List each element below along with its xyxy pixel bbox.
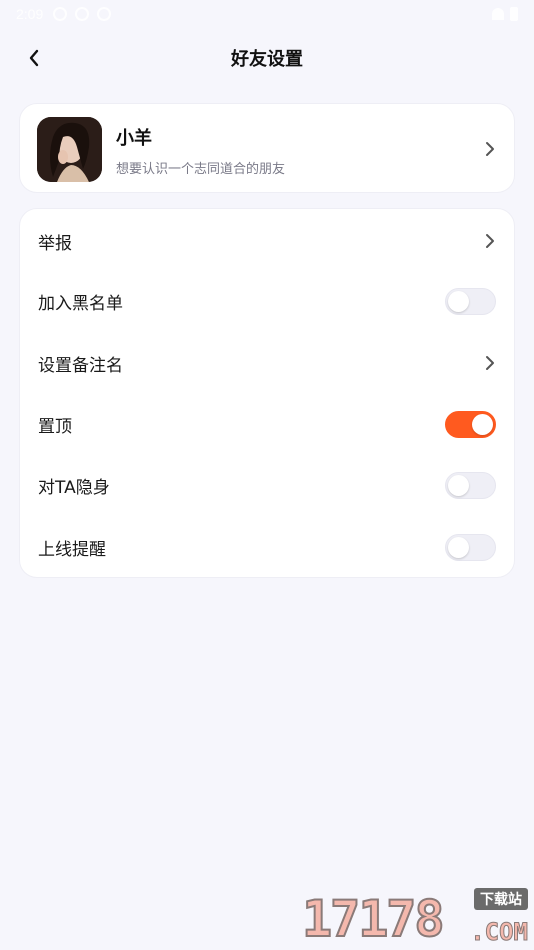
- avatar: [37, 117, 102, 182]
- profile-name: 小羊: [116, 128, 152, 149]
- toggle-knob: [448, 537, 469, 558]
- watermark-logo: 17178 下载站 .COM: [301, 884, 532, 950]
- settings-label-online-alert: 上线提醒: [38, 539, 106, 560]
- blacklist-toggle[interactable]: [445, 288, 496, 315]
- page-title: 好友设置: [231, 49, 303, 70]
- profile-bio: 想要认识一个志同道合的朋友: [116, 162, 286, 177]
- profile-card[interactable]: 小羊 想要认识一个志同道合的朋友: [19, 103, 515, 193]
- pin-toggle[interactable]: [445, 411, 496, 438]
- settings-row-online-alert: 上线提醒: [20, 517, 514, 577]
- settings-label-blacklist: 加入黑名单: [38, 293, 123, 314]
- chevron-right-icon: [486, 142, 494, 156]
- watermark-digits: 17178: [301, 889, 446, 949]
- back-button[interactable]: [16, 40, 52, 76]
- chevron-right-icon: [486, 234, 494, 248]
- settings-label-pin: 置顶: [38, 416, 72, 437]
- online-alert-toggle[interactable]: [445, 534, 496, 561]
- nav-bar: 好友设置: [0, 36, 534, 80]
- settings-row-report[interactable]: 举报: [20, 211, 514, 271]
- settings-row-invisible: 对TA隐身: [20, 455, 514, 515]
- wifi-icon: [492, 8, 504, 20]
- toggle-knob: [448, 475, 469, 496]
- notification-icon: [97, 7, 112, 21]
- settings-row-pin: 置顶: [20, 394, 514, 454]
- invisible-toggle[interactable]: [445, 472, 496, 499]
- status-time: 2:09: [16, 6, 44, 22]
- notification-icons: [53, 7, 112, 21]
- settings-card: 举报 加入黑名单 设置备注名 置顶 对TA隐身 上线提醒: [19, 208, 515, 578]
- settings-label-remark: 设置备注名: [38, 355, 123, 376]
- toggle-knob: [472, 414, 493, 435]
- watermark-tag: 下载站: [474, 888, 528, 910]
- settings-label-invisible: 对TA隐身: [38, 477, 110, 498]
- chevron-right-icon: [486, 356, 494, 370]
- notification-icon: [53, 7, 68, 21]
- status-bar: 2:09: [0, 0, 534, 28]
- battery-icon: [510, 7, 518, 21]
- chevron-left-icon: [29, 49, 39, 67]
- settings-label-report: 举报: [38, 233, 72, 254]
- settings-row-blacklist: 加入黑名单: [20, 271, 514, 331]
- system-icons: [492, 7, 518, 21]
- notification-icon: [75, 7, 90, 21]
- watermark-suffix: .COM: [470, 918, 529, 947]
- settings-row-remark[interactable]: 设置备注名: [20, 333, 514, 393]
- toggle-knob: [448, 291, 469, 312]
